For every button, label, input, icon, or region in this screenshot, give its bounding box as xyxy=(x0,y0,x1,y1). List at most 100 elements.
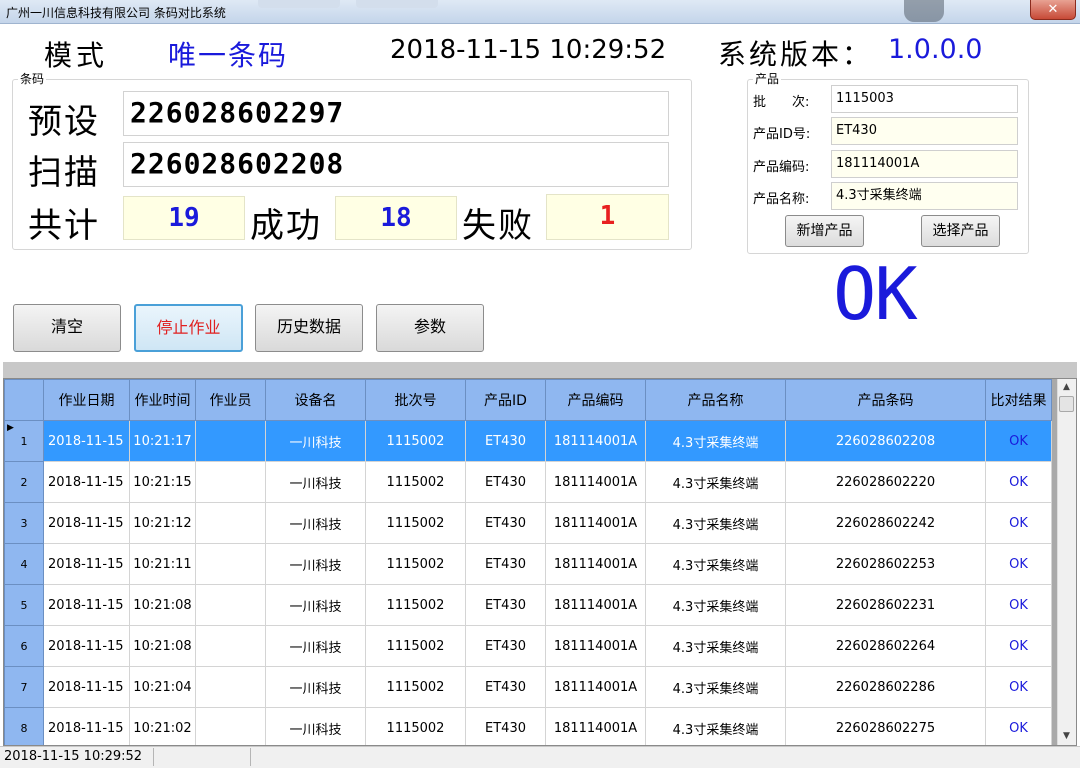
column-header[interactable]: 产品条码 xyxy=(785,379,986,421)
table-cell[interactable] xyxy=(195,666,266,708)
table-cell[interactable]: 226028602208 xyxy=(785,420,986,462)
table-cell[interactable]: 2018-11-15 xyxy=(43,502,130,544)
table-cell[interactable]: 一川科技 xyxy=(265,666,366,708)
table-row[interactable]: 7 2018-11-15 10:21:04 一川科技 1115002 ET430 18111… xyxy=(4,666,1052,708)
row-header[interactable]: 3 xyxy=(4,502,44,544)
table-cell[interactable]: 181114001A xyxy=(545,420,646,462)
table-cell[interactable]: OK xyxy=(985,707,1052,745)
table-cell[interactable]: 1115002 xyxy=(365,461,466,503)
table-cell[interactable]: 181114001A xyxy=(545,707,646,745)
table-cell[interactable]: ET430 xyxy=(465,625,546,667)
clear-button[interactable]: 清空 xyxy=(13,304,121,352)
table-cell[interactable] xyxy=(195,461,266,503)
table-cell[interactable] xyxy=(195,625,266,667)
table-cell[interactable]: OK xyxy=(985,420,1052,462)
table-cell[interactable]: 4.3寸采集终端 xyxy=(645,625,786,667)
table-cell[interactable]: 1115002 xyxy=(365,666,466,708)
table-cell[interactable]: 4.3寸采集终端 xyxy=(645,502,786,544)
table-cell[interactable]: 1115002 xyxy=(365,707,466,745)
table-cell[interactable]: 10:21:08 xyxy=(129,625,196,667)
table-cell[interactable]: 1115002 xyxy=(365,502,466,544)
table-cell[interactable]: 10:21:11 xyxy=(129,543,196,585)
table-cell[interactable]: OK xyxy=(985,543,1052,585)
table-cell[interactable] xyxy=(195,502,266,544)
row-header[interactable]: 4 xyxy=(4,543,44,585)
table-cell[interactable]: 10:21:02 xyxy=(129,707,196,745)
table-cell[interactable]: OK xyxy=(985,666,1052,708)
product-code-input[interactable]: 181114001A xyxy=(831,150,1018,178)
row-header[interactable]: 2 xyxy=(4,461,44,503)
table-cell[interactable]: 2018-11-15 xyxy=(43,543,130,585)
scroll-thumb[interactable] xyxy=(1059,396,1074,412)
table-cell[interactable]: 4.3寸采集终端 xyxy=(645,461,786,503)
table-cell[interactable]: 4.3寸采集终端 xyxy=(645,420,786,462)
scroll-down-icon[interactable]: ▼ xyxy=(1057,728,1076,745)
table-cell[interactable]: ET430 xyxy=(465,461,546,503)
table-row[interactable]: 3 2018-11-15 10:21:12 一川科技 1115002 ET430 18111… xyxy=(4,502,1052,544)
table-cell[interactable]: 一川科技 xyxy=(265,461,366,503)
table-cell[interactable]: OK xyxy=(985,625,1052,667)
table-cell[interactable]: ET430 xyxy=(465,543,546,585)
table-cell[interactable]: 181114001A xyxy=(545,461,646,503)
table-cell[interactable]: 一川科技 xyxy=(265,502,366,544)
scroll-up-icon[interactable]: ▲ xyxy=(1057,379,1076,396)
column-header[interactable]: 产品ID xyxy=(465,379,546,421)
parameters-button[interactable]: 参数 xyxy=(376,304,484,352)
table-cell[interactable]: 4.3寸采集终端 xyxy=(645,584,786,626)
table-row[interactable]: 2 2018-11-15 10:21:15 一川科技 1115002 ET430 18111… xyxy=(4,461,1052,503)
history-data-button[interactable]: 历史数据 xyxy=(255,304,363,352)
table-cell[interactable]: 226028602220 xyxy=(785,461,986,503)
table-cell[interactable] xyxy=(195,584,266,626)
table-cell[interactable]: ET430 xyxy=(465,420,546,462)
column-header[interactable]: 设备名 xyxy=(265,379,366,421)
table-cell[interactable]: 181114001A xyxy=(545,666,646,708)
table-cell[interactable]: ET430 xyxy=(465,584,546,626)
scan-barcode-field[interactable]: 226028602208 xyxy=(123,142,669,187)
table-cell[interactable]: 4.3寸采集终端 xyxy=(645,707,786,745)
table-cell[interactable]: 4.3寸采集终端 xyxy=(645,543,786,585)
table-cell[interactable]: OK xyxy=(985,584,1052,626)
table-cell[interactable]: 一川科技 xyxy=(265,543,366,585)
table-cell[interactable]: 226028602286 xyxy=(785,666,986,708)
table-cell[interactable]: 181114001A xyxy=(545,543,646,585)
column-header[interactable]: 作业员 xyxy=(195,379,266,421)
column-header[interactable]: 作业日期 xyxy=(43,379,130,421)
table-cell[interactable]: OK xyxy=(985,502,1052,544)
table-cell[interactable]: 10:21:15 xyxy=(129,461,196,503)
product-name-input[interactable]: 4.3寸采集终端 xyxy=(831,182,1018,210)
table-cell[interactable]: 226028602242 xyxy=(785,502,986,544)
row-header[interactable]: 7 xyxy=(4,666,44,708)
table-row[interactable]: ▶ 1 2018-11-15 10:21:17 一川科技 1115002 ET430 1811… xyxy=(4,420,1052,462)
table-cell[interactable]: 2018-11-15 xyxy=(43,707,130,745)
product-id-input[interactable]: ET430 xyxy=(831,117,1018,145)
table-cell[interactable]: 10:21:17 xyxy=(129,420,196,462)
table-cell[interactable]: ET430 xyxy=(465,707,546,745)
table-cell[interactable]: 10:21:12 xyxy=(129,502,196,544)
table-cell[interactable]: 1115002 xyxy=(365,625,466,667)
table-cell[interactable]: 1115002 xyxy=(365,584,466,626)
table-cell[interactable]: 226028602253 xyxy=(785,543,986,585)
table-cell[interactable]: 181114001A xyxy=(545,502,646,544)
select-product-button[interactable]: 选择产品 xyxy=(921,215,1000,247)
row-header[interactable]: ▶ 1 xyxy=(4,420,44,462)
close-icon[interactable]: ✕ xyxy=(1030,0,1076,20)
table-row[interactable]: 4 2018-11-15 10:21:11 一川科技 1115002 ET430 18111… xyxy=(4,543,1052,585)
stop-work-button[interactable]: 停止作业 xyxy=(134,304,243,352)
table-cell[interactable]: 181114001A xyxy=(545,584,646,626)
table-cell[interactable]: 1115002 xyxy=(365,543,466,585)
table-cell[interactable]: 10:21:08 xyxy=(129,584,196,626)
table-cell[interactable]: 1115002 xyxy=(365,420,466,462)
row-header[interactable]: 8 xyxy=(4,707,44,745)
table-cell[interactable]: 2018-11-15 xyxy=(43,625,130,667)
table-row[interactable]: 8 2018-11-15 10:21:02 一川科技 1115002 ET430 18111… xyxy=(4,707,1052,745)
table-cell[interactable] xyxy=(195,707,266,745)
batch-input[interactable]: 1115003 xyxy=(831,85,1018,113)
column-header[interactable]: 批次号 xyxy=(365,379,466,421)
add-product-button[interactable]: 新增产品 xyxy=(785,215,864,247)
table-cell[interactable] xyxy=(195,543,266,585)
preset-barcode-field[interactable]: 226028602297 xyxy=(123,91,669,136)
table-cell[interactable]: 2018-11-15 xyxy=(43,584,130,626)
table-cell[interactable]: 一川科技 xyxy=(265,707,366,745)
table-cell[interactable]: 226028602264 xyxy=(785,625,986,667)
table-cell[interactable]: 10:21:04 xyxy=(129,666,196,708)
